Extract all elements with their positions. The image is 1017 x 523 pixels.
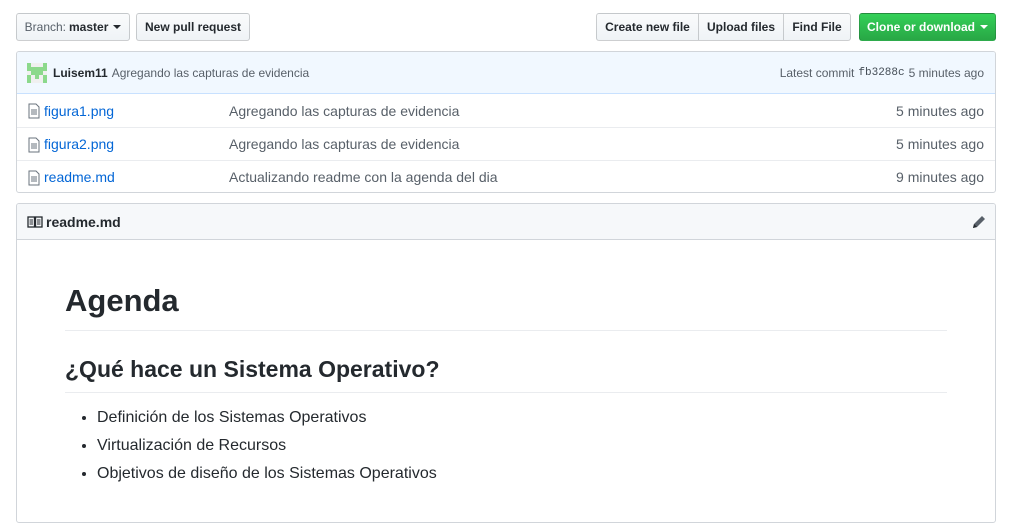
pencil-icon[interactable] bbox=[971, 214, 987, 230]
upload-files-button[interactable]: Upload files bbox=[698, 13, 784, 41]
commit-age: 5 minutes ago bbox=[908, 66, 984, 80]
readme-heading-2: ¿Qué hace un Sistema Operativo? bbox=[65, 352, 947, 393]
readme-filename: readme.md bbox=[46, 213, 121, 230]
latest-commit-info: Latest commit fb3288c 5 minutes ago bbox=[780, 52, 984, 94]
list-item: Definición de los Sistemas Operativos bbox=[97, 404, 437, 432]
clone-or-download-label: Clone or download bbox=[867, 20, 975, 34]
create-new-file-button[interactable]: Create new file bbox=[596, 13, 699, 41]
book-icon bbox=[27, 215, 43, 228]
file-name-link[interactable]: figura1.png bbox=[44, 103, 114, 119]
readme-header: readme.md bbox=[17, 204, 995, 240]
file-age: 5 minutes ago bbox=[896, 102, 984, 119]
readme-panel: readme.md Agenda ¿Qué hace un Sistema Op… bbox=[16, 203, 996, 523]
file-row: figura2.png Agregando las capturas de ev… bbox=[17, 127, 995, 160]
file-commit-message-link[interactable]: Agregando las capturas de evidencia bbox=[229, 103, 459, 119]
branch-select-button[interactable]: Branch: master bbox=[16, 13, 130, 41]
file-commit-message-link[interactable]: Actualizando readme con la agenda del di… bbox=[229, 169, 498, 185]
file-age: 5 minutes ago bbox=[896, 136, 984, 152]
branch-name: master bbox=[69, 20, 109, 34]
file-icon bbox=[28, 170, 40, 186]
file-actions-group: Create new file Upload files Find File bbox=[596, 13, 851, 41]
branch-prefix: Branch: bbox=[24, 20, 66, 34]
file-row: figura1.png Agregando las capturas de ev… bbox=[17, 94, 995, 127]
new-pull-request-button[interactable]: New pull request bbox=[136, 13, 250, 41]
commit-sha-link[interactable]: fb3288c bbox=[858, 67, 904, 79]
list-item: Virtualización de Recursos bbox=[97, 432, 437, 460]
latest-commit-bar: Luisem11 Agregando las capturas de evide… bbox=[17, 52, 995, 94]
file-name-link[interactable]: readme.md bbox=[44, 169, 115, 185]
list-item: Objetivos de diseño de los Sistemas Oper… bbox=[97, 460, 437, 488]
triangle-down-icon bbox=[980, 25, 988, 29]
commit-author-link[interactable]: Luisem11 bbox=[53, 66, 108, 80]
clone-or-download-button[interactable]: Clone or download bbox=[859, 13, 996, 41]
file-age: 9 minutes ago bbox=[896, 169, 984, 185]
file-commit-message-link[interactable]: Agregando las capturas de evidencia bbox=[229, 136, 459, 152]
commit-message-link[interactable]: Agregando las capturas de evidencia bbox=[112, 66, 309, 80]
file-list: Luisem11 Agregando las capturas de evide… bbox=[16, 51, 996, 193]
file-name-link[interactable]: figura2.png bbox=[44, 136, 114, 152]
find-file-button[interactable]: Find File bbox=[783, 13, 851, 41]
latest-commit-label: Latest commit bbox=[779, 66, 855, 80]
file-icon bbox=[28, 103, 40, 119]
avatar[interactable] bbox=[27, 62, 47, 83]
triangle-down-icon bbox=[113, 25, 122, 29]
readme-list: Definición de los Sistemas Operativos Vi… bbox=[65, 404, 437, 488]
readme-heading-1: Agenda bbox=[65, 280, 947, 331]
file-icon bbox=[28, 137, 40, 153]
file-row: readme.md Actualizando readme con la age… bbox=[17, 160, 995, 192]
